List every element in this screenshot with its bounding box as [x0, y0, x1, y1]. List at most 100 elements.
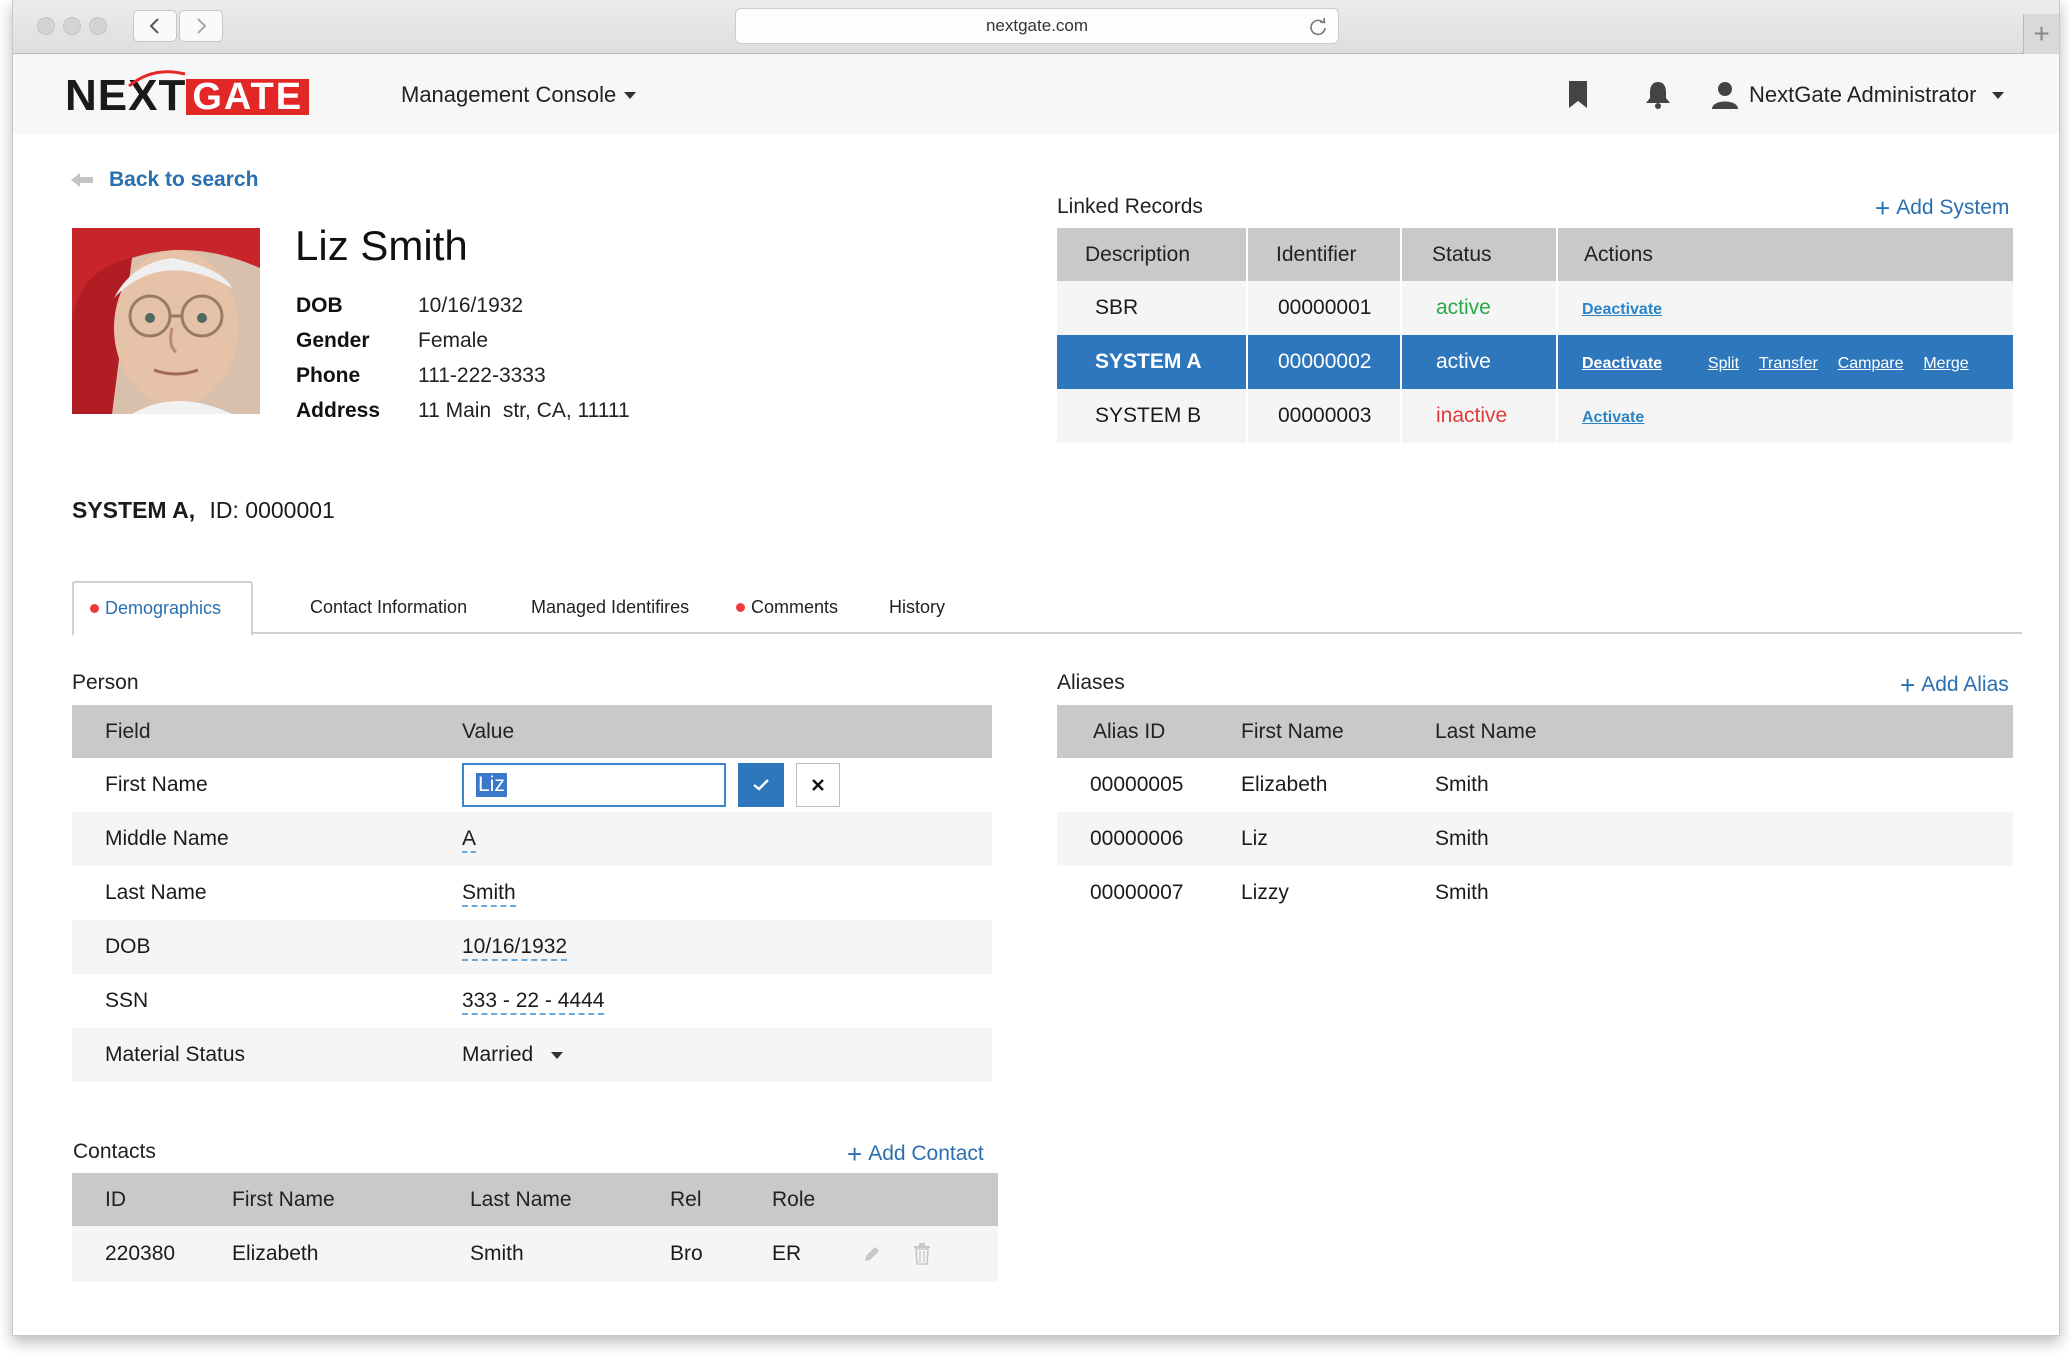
- compare-link[interactable]: Campare: [1838, 355, 1904, 372]
- deactivate-link[interactable]: Deactivate: [1582, 355, 1662, 372]
- summary-label: DOB: [296, 293, 343, 317]
- column-header: Last Name: [470, 1173, 670, 1226]
- nextgate-logo[interactable]: NEXT GATE: [65, 70, 310, 118]
- plus-icon: +: [1900, 670, 1916, 700]
- user-menu[interactable]: NextGate Administrator: [1711, 80, 2005, 110]
- tab-history[interactable]: History: [889, 581, 945, 634]
- chevron-left-icon: [149, 18, 159, 34]
- summary-label: Gender: [296, 328, 370, 352]
- marital-status-select[interactable]: Married: [462, 1043, 564, 1067]
- table-row[interactable]: 00000006 Liz Smith: [1057, 812, 2013, 866]
- field-value-cell: Smith: [462, 866, 992, 920]
- field-value-cell: A: [462, 812, 992, 866]
- bell-icon[interactable]: [1643, 80, 1673, 110]
- browser-forward-button[interactable]: [179, 10, 223, 42]
- table-row[interactable]: SYSTEM B 00000003 inactive Activate: [1057, 389, 2013, 443]
- new-tab-button[interactable]: +: [2023, 14, 2059, 54]
- back-to-search-link[interactable]: Back to search: [71, 168, 258, 192]
- add-alias-button[interactable]: + Add Alias: [1900, 670, 2009, 700]
- merge-link[interactable]: Merge: [1923, 355, 1968, 372]
- unsaved-dot-icon: [90, 604, 99, 613]
- column-header: Role: [772, 1173, 862, 1226]
- cell-description: SBR: [1057, 281, 1248, 335]
- caret-down-icon: [551, 1051, 564, 1059]
- management-console-menu[interactable]: Management Console: [401, 82, 637, 108]
- check-icon: [753, 779, 769, 791]
- tab-contact-information[interactable]: Contact Information: [310, 581, 467, 634]
- person-title: Person: [72, 671, 139, 694]
- back-link-label: Back to search: [109, 168, 259, 191]
- column-header: Value: [462, 705, 992, 758]
- logo-text-gate: GATE: [186, 78, 310, 116]
- pencil-icon[interactable]: [862, 1244, 882, 1264]
- column-header: Field: [72, 705, 462, 758]
- add-contact-button[interactable]: + Add Contact: [847, 1141, 984, 1167]
- field-value-cell: Married: [462, 1028, 992, 1082]
- split-link[interactable]: Split: [1708, 355, 1739, 372]
- tab-demographics[interactable]: Demographics: [72, 581, 254, 636]
- browser-back-button[interactable]: [133, 10, 177, 42]
- field-label: Middle Name: [72, 812, 462, 866]
- close-icon: [811, 779, 824, 791]
- table-row[interactable]: 220380 Elizabeth Smith Bro ER: [72, 1226, 998, 1282]
- column-header: Identifier: [1247, 228, 1402, 281]
- linked-records-table: Description Identifier Status Actions SB…: [1057, 228, 2013, 443]
- column-header: Rel: [670, 1173, 772, 1226]
- field-label: SSN: [105, 989, 149, 1012]
- field-label: DOB: [72, 920, 462, 974]
- transfer-link[interactable]: Transfer: [1759, 355, 1818, 372]
- deactivate-link[interactable]: Deactivate: [1582, 301, 1662, 318]
- reload-icon[interactable]: [1308, 17, 1328, 37]
- bookmark-icon[interactable]: [1567, 80, 1589, 110]
- field-label: Material Status: [72, 1028, 462, 1082]
- table-row[interactable]: 00000005 Elizabeth Smith: [1057, 758, 2013, 812]
- system-id-heading: SYSTEM A, ID: 0000001: [72, 497, 335, 524]
- patient-summary: DOB 10/16/1932 Gender Female Phone 111-2…: [296, 288, 630, 428]
- table-row: Material Status Married: [72, 1028, 992, 1082]
- tab-label: Comments: [751, 597, 839, 617]
- cell-status: active: [1401, 335, 1558, 389]
- summary-row-gender: Gender Female: [296, 323, 630, 358]
- cell-identifier: 00000001: [1247, 281, 1402, 335]
- table-row[interactable]: SBR 00000001 active Deactivate: [1057, 281, 2013, 335]
- caret-down-icon: [624, 91, 637, 99]
- column-header: ID: [72, 1173, 232, 1226]
- middle-name-value[interactable]: A: [462, 827, 477, 853]
- column-header: First Name: [232, 1173, 470, 1226]
- contacts-title: Contacts: [73, 1140, 156, 1163]
- summary-row-phone: Phone 111-222-3333: [296, 358, 630, 393]
- selected-text: Liz: [476, 773, 507, 797]
- tab-comments[interactable]: Comments: [736, 581, 838, 634]
- cell-actions: Deactivate Split Transfer Campare Merge: [1557, 335, 2013, 389]
- alias-first-name: Lizzy: [1241, 881, 1289, 904]
- address-bar[interactable]: nextgate.com: [735, 8, 1339, 44]
- zoom-window-button[interactable]: [89, 17, 107, 35]
- summary-value: 10/16/1932: [418, 293, 524, 317]
- table-row[interactable]: 00000007 Lizzy Smith: [1057, 866, 2013, 920]
- dob-value[interactable]: 10/16/1932: [462, 935, 568, 961]
- contact-actions: [862, 1226, 998, 1282]
- plus-icon: +: [1875, 193, 1891, 223]
- first-name-input[interactable]: Liz: [462, 763, 726, 807]
- browser-window: nextgate.com + NEXT GATE Management Cons…: [12, 0, 2060, 1336]
- user-name: NextGate Administrator: [1749, 82, 1977, 107]
- patient-photo: [72, 228, 260, 414]
- add-system-label: Add System: [1896, 196, 2010, 219]
- close-window-button[interactable]: [37, 17, 55, 35]
- activate-link[interactable]: Activate: [1582, 409, 1644, 426]
- tab-bar: Demographics Contact Information Managed…: [72, 581, 2022, 636]
- alias-last-name: Smith: [1435, 881, 1489, 904]
- aliases-table: Alias ID First Name Last Name 00000005 E…: [1057, 705, 2013, 920]
- minimize-window-button[interactable]: [63, 17, 81, 35]
- last-name-value[interactable]: Smith: [462, 881, 516, 907]
- add-system-button[interactable]: + Add System: [1875, 193, 2010, 223]
- column-header: Alias ID: [1057, 705, 1241, 758]
- table-row-selected[interactable]: SYSTEM A 00000002 active Deactivate Spli…: [1057, 335, 2013, 389]
- trash-icon[interactable]: [912, 1243, 932, 1266]
- tab-managed-identifiers[interactable]: Managed Identifires: [531, 581, 689, 634]
- caret-down-icon: [1992, 91, 2005, 99]
- ssn-value[interactable]: 333 - 22 - 4444: [462, 989, 605, 1015]
- confirm-edit-button[interactable]: [737, 763, 784, 807]
- app-header: NEXT GATE Management Console NextGate Ad…: [13, 54, 2059, 134]
- cancel-edit-button[interactable]: [795, 763, 840, 807]
